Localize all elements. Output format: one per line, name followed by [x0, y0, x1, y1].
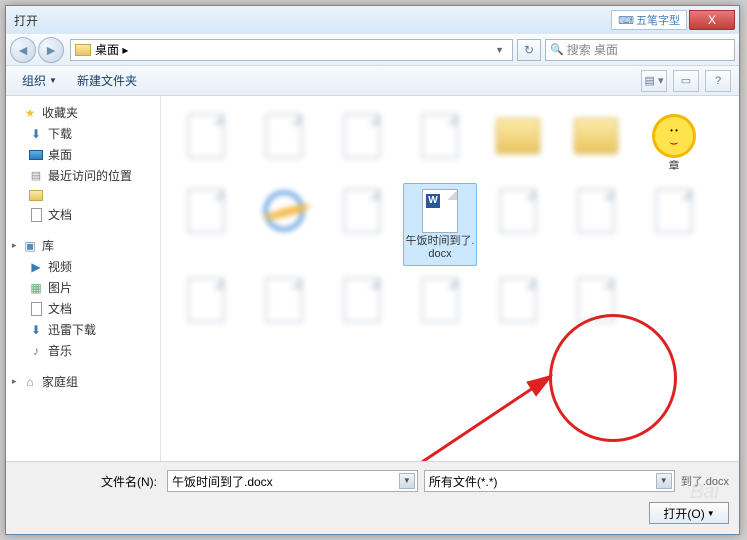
file-item[interactable]	[559, 183, 633, 265]
annotation-arrow	[161, 346, 581, 461]
open-dialog: 打开 五笔字型 X ◄ ► 桌面 ▸ ▼ ↻ 搜索 桌面 组织▼ 新建文件夹 ▤…	[5, 5, 740, 535]
organize-button[interactable]: 组织▼	[14, 69, 65, 92]
filename-input[interactable]: 午饭时间到了.docx▼	[167, 470, 418, 492]
file-item[interactable]	[637, 183, 711, 265]
file-item[interactable]	[325, 183, 399, 265]
file-item[interactable]	[403, 108, 477, 177]
annotation-circle	[549, 314, 677, 442]
sidebar-item-xunlei[interactable]: ⬇迅雷下载	[6, 319, 160, 340]
forward-button[interactable]: ►	[38, 37, 64, 63]
sidebar-item-documents[interactable]: 文档	[6, 204, 160, 225]
file-item[interactable]	[325, 108, 399, 177]
file-item[interactable]	[247, 272, 321, 328]
dialog-title: 打开	[10, 12, 611, 29]
address-text: 桌面 ▸	[95, 41, 128, 58]
sidebar-item-recent[interactable]: ▤最近访问的位置	[6, 165, 160, 186]
search-input[interactable]: 搜索 桌面	[545, 39, 735, 61]
file-item[interactable]	[559, 272, 633, 328]
file-item[interactable]	[169, 272, 243, 328]
address-dropdown-icon[interactable]: ▼	[491, 45, 508, 55]
filename-label: 文件名(N):	[16, 473, 161, 490]
dropdown-icon[interactable]: ▼	[656, 473, 672, 489]
file-item[interactable]	[247, 183, 321, 265]
sidebar-item-desktop[interactable]: 桌面	[6, 144, 160, 165]
toolbar: 组织▼ 新建文件夹 ▤ ▾ ▭ ?	[6, 66, 739, 96]
file-item[interactable]	[403, 272, 477, 328]
open-button[interactable]: 打开(O)▼	[649, 502, 729, 524]
navigation-row: ◄ ► 桌面 ▸ ▼ ↻ 搜索 桌面	[6, 34, 739, 66]
sidebar-favorites-header[interactable]: ★收藏夹	[6, 102, 160, 123]
dialog-footer: 文件名(N): 午饭时间到了.docx▼ 所有文件(*.*)▼ 到了.docx …	[6, 461, 739, 534]
close-button[interactable]: X	[689, 10, 735, 30]
file-item[interactable]	[481, 108, 555, 177]
file-item[interactable]	[247, 108, 321, 177]
word-doc-icon	[422, 189, 458, 233]
nav-buttons: ◄ ►	[10, 37, 66, 63]
filetype-filter[interactable]: 所有文件(*.*)▼	[424, 470, 675, 492]
folder-icon	[75, 44, 91, 56]
new-folder-button[interactable]: 新建文件夹	[69, 69, 145, 92]
dropdown-icon[interactable]: ▼	[399, 473, 415, 489]
help-button[interactable]: ?	[705, 70, 731, 92]
file-item[interactable]	[481, 183, 555, 265]
titlebar: 打开 五笔字型 X	[6, 6, 739, 34]
ime-indicator[interactable]: 五笔字型	[611, 10, 687, 30]
file-item[interactable]	[559, 108, 633, 177]
refresh-button[interactable]: ↻	[517, 39, 541, 61]
sidebar-item-videos[interactable]: ▶视频	[6, 256, 160, 277]
sidebar-homegroup-header[interactable]: ▸⌂家庭组	[6, 371, 160, 392]
file-item-sunflower[interactable]: 章	[637, 108, 711, 177]
sidebar-item-downloads[interactable]: ⬇下载	[6, 123, 160, 144]
sunflower-icon	[652, 114, 696, 158]
preview-toggle-button[interactable]: ▭	[673, 70, 699, 92]
sidebar-item-pictures[interactable]: ▦图片	[6, 277, 160, 298]
file-list[interactable]: 章 午饭时间到了.docx	[161, 96, 739, 461]
sidebar-item-music[interactable]: ♪音乐	[6, 340, 160, 361]
file-item[interactable]	[169, 183, 243, 265]
search-placeholder: 搜索 桌面	[567, 41, 618, 58]
sidebar-item-blurred[interactable]	[6, 186, 160, 204]
file-item[interactable]	[169, 108, 243, 177]
back-button[interactable]: ◄	[10, 37, 36, 63]
sidebar: ★收藏夹 ⬇下载 桌面 ▤最近访问的位置 文档 ▸▣库 ▶视频 ▦图片 文档 ⬇…	[6, 96, 161, 461]
file-item-selected[interactable]: 午饭时间到了.docx	[403, 183, 477, 265]
file-item[interactable]	[325, 272, 399, 328]
dialog-body: ★收藏夹 ⬇下载 桌面 ▤最近访问的位置 文档 ▸▣库 ▶视频 ▦图片 文档 ⬇…	[6, 96, 739, 461]
sidebar-libraries-header[interactable]: ▸▣库	[6, 235, 160, 256]
view-mode-button[interactable]: ▤ ▾	[641, 70, 667, 92]
file-item[interactable]	[481, 272, 555, 328]
filter-tail-text: 到了.docx	[681, 473, 729, 489]
sidebar-item-docs[interactable]: 文档	[6, 298, 160, 319]
address-bar[interactable]: 桌面 ▸ ▼	[70, 39, 513, 61]
